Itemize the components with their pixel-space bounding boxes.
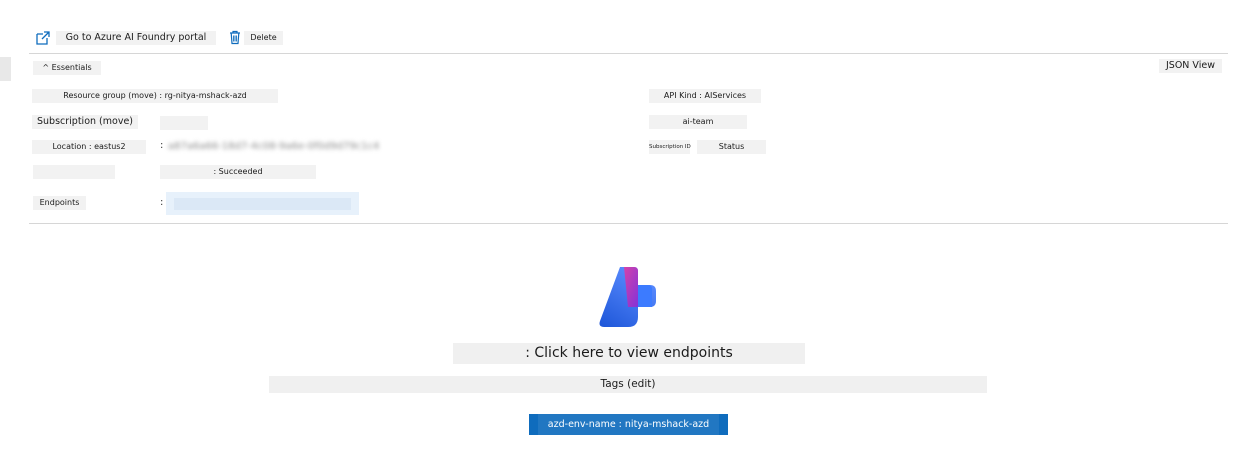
endpoints-separator: : (160, 197, 164, 208)
json-view-link[interactable]: JSON View (1159, 59, 1222, 73)
status-label: Status (697, 140, 766, 154)
resource-overview-page: Go to Azure AI Foundry portal Delete ^ E… (0, 0, 1244, 466)
sidebar-collapse-handle[interactable] (0, 57, 11, 81)
tags-edit-link[interactable]: Tags (edit) (269, 376, 987, 393)
trash-icon[interactable] (227, 29, 243, 45)
delete-button[interactable]: Delete (244, 31, 283, 45)
location-separator: : (160, 140, 164, 151)
status-label-placeholder (33, 165, 115, 179)
tag-chip[interactable]: azd-env-name : nitya-mshack-azd (529, 414, 728, 435)
tag-chip-label: azd-env-name : nitya-mshack-azd (537, 414, 720, 435)
essentials-divider (29, 223, 1228, 224)
essentials-toggle[interactable]: ^ Essentials (33, 61, 101, 75)
subscription-label[interactable]: Subscription (move) (32, 115, 138, 129)
location-field: Location : eastus2 (32, 140, 146, 154)
external-link-icon[interactable] (35, 30, 51, 46)
subscription-id-value: a87a6a66-18d7-4c08-9a6e-0f0d9d79c1c4 (168, 141, 380, 152)
open-portal-button[interactable]: Go to Azure AI Foundry portal (56, 31, 216, 45)
api-kind-field: API Kind : AIServices (649, 89, 761, 103)
subscription-value-placeholder (160, 116, 208, 130)
endpoints-label: Endpoints (33, 196, 86, 210)
resource-group-field[interactable]: Resource group (move) : rg-nitya-mshack-… (32, 89, 278, 103)
subscription-id-label: Subscription ID (649, 140, 691, 154)
toolbar-divider (29, 53, 1228, 54)
status-value: : Succeeded (160, 165, 316, 179)
subscription-value[interactable]: ai-team (649, 115, 747, 129)
endpoints-value-link[interactable] (174, 198, 351, 210)
azure-ai-foundry-logo (599, 267, 656, 327)
view-endpoints-link[interactable]: : Click here to view endpoints (453, 343, 805, 364)
